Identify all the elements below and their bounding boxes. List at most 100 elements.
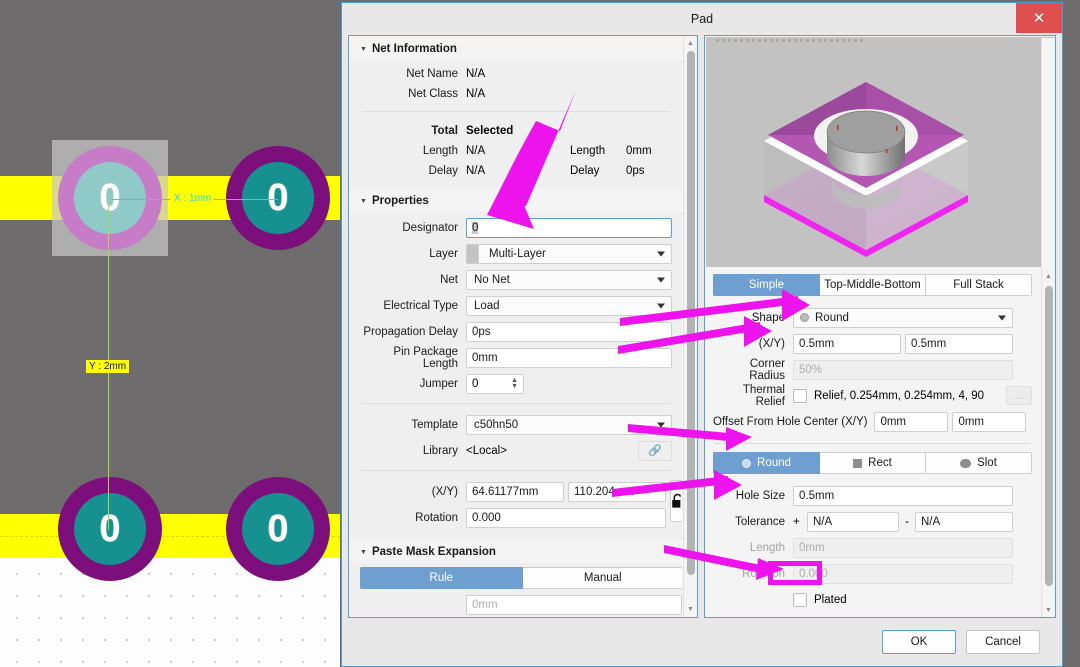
- offset-x-input[interactable]: 0mm: [874, 411, 949, 432]
- measure-x-line-left: [110, 199, 170, 200]
- pad-size-y-input[interactable]: 0.5mm: [905, 333, 1013, 354]
- propagation-delay-input[interactable]: 0ps: [466, 321, 672, 342]
- pad-size-label: (X/Y): [758, 337, 785, 350]
- electrical-type-select[interactable]: Load: [466, 295, 672, 316]
- tab-simple[interactable]: Simple: [713, 274, 820, 296]
- selected-delay-label: Delay: [570, 164, 600, 177]
- paste-mask-manual-tab[interactable]: Manual: [522, 567, 682, 589]
- template-select[interactable]: c50hn50: [466, 414, 672, 435]
- thermal-relief-label: Thermal Relief: [742, 383, 785, 408]
- corner-radius-label: Corner Radius: [749, 357, 785, 382]
- net-select[interactable]: No Net: [466, 269, 672, 290]
- rotation-label: Rotation: [415, 511, 458, 524]
- tolerance-label: Tolerance: [735, 515, 785, 528]
- hole-tab-rect[interactable]: Rect: [820, 452, 926, 474]
- pad-designator-label: 0: [99, 507, 121, 550]
- jumper-label: Jumper: [419, 377, 458, 390]
- paste-mask-mode-tabs[interactable]: Rule Manual: [360, 567, 682, 589]
- pad-3d-preview[interactable]: [706, 37, 1054, 267]
- jumper-stepper[interactable]: 0 ▲ ▼: [466, 373, 524, 394]
- total-header: Total: [431, 124, 458, 137]
- layer-select[interactable]: Multi-Layer: [466, 243, 672, 264]
- tab-full-stack[interactable]: Full Stack: [926, 274, 1032, 296]
- shape-label: Shape: [751, 311, 785, 324]
- paste-mask-value-input[interactable]: 0mm: [466, 595, 682, 615]
- rotation-input[interactable]: 0.000: [466, 507, 666, 528]
- padstack-mode-tabs[interactable]: Simple Top-Middle-Bottom Full Stack: [713, 274, 1032, 296]
- pad-bottom-left[interactable]: 0: [58, 477, 162, 581]
- properties-divider-1: [362, 403, 670, 404]
- dialog-body: ▼ Net Information Net Name N/A Net Class…: [342, 35, 1062, 618]
- pin-package-length-input[interactable]: 0mm: [466, 347, 672, 368]
- scroll-up-icon[interactable]: ▲: [1042, 270, 1055, 283]
- tolerance-plus-input[interactable]: N/A: [807, 511, 899, 532]
- thermal-relief-checkbox[interactable]: [793, 388, 807, 403]
- hole-rotation-input[interactable]: 0.000: [793, 563, 1013, 584]
- propagation-delay-label: Propagation Delay: [363, 325, 458, 338]
- chevron-down-icon: [998, 315, 1006, 320]
- dialog-title: Pad: [690, 12, 714, 26]
- hole-shape-tabs[interactable]: Round Rect Slot: [713, 452, 1032, 474]
- ok-button[interactable]: OK: [882, 630, 956, 654]
- left-scrollbar-thumb[interactable]: [687, 51, 695, 575]
- paste-mask-rule-tab[interactable]: Rule: [360, 567, 523, 589]
- designator-input[interactable]: 0: [466, 217, 672, 238]
- hole-tab-slot[interactable]: Slot: [926, 452, 1032, 474]
- scroll-down-icon[interactable]: ▼: [684, 603, 697, 616]
- layer-value: Multi-Layer: [489, 247, 546, 260]
- dialog-titlebar[interactable]: Pad ✕: [342, 3, 1062, 35]
- offset-from-hole-center-label: Offset From Hole Center (X/Y): [713, 415, 868, 428]
- pin-package-length-label: Pin Package Length: [393, 345, 458, 370]
- hole-tab-rect-label: Rect: [868, 457, 892, 469]
- left-panel-scrollbar[interactable]: ▲ ▼: [683, 37, 696, 616]
- net-info-divider: [362, 111, 670, 112]
- right-panel-scrollbar[interactable]: ▲ ▼: [1041, 38, 1054, 617]
- net-information-body: Net Name N/A Net Class N/A Total Selecte…: [350, 60, 682, 189]
- stepper-arrows-icon[interactable]: ▲ ▼: [511, 376, 518, 392]
- pad-designator-label: 0: [267, 176, 289, 219]
- location-x-input[interactable]: 64.61177mm: [466, 481, 564, 502]
- chevron-down-icon: [657, 422, 665, 427]
- collapse-triangle-icon: ▼: [360, 197, 367, 205]
- shape-select[interactable]: Round: [793, 307, 1013, 328]
- pad-top-right[interactable]: 0: [226, 146, 330, 250]
- hole-rotation-label: Rotation: [742, 567, 785, 580]
- thermal-relief-more-button[interactable]: ...: [1006, 386, 1032, 405]
- hole-length-label: Length: [749, 541, 785, 554]
- electrical-type-label: Electrical Type: [383, 299, 458, 312]
- pad-bottom-right[interactable]: 0: [226, 477, 330, 581]
- unlock-icon[interactable]: [670, 480, 682, 522]
- scroll-down-icon[interactable]: ▼: [1042, 604, 1055, 617]
- pad-top-left[interactable]: 0: [58, 146, 162, 250]
- plated-checkbox[interactable]: [793, 592, 807, 607]
- total-length-value: N/A: [466, 144, 486, 157]
- layer-color-swatch: [467, 244, 479, 263]
- tab-top-middle-bottom[interactable]: Top-Middle-Bottom: [820, 274, 926, 296]
- scroll-up-icon[interactable]: ▲: [684, 37, 697, 50]
- pad-size-x-input[interactable]: 0.5mm: [793, 333, 901, 354]
- group-header-net-information[interactable]: ▼ Net Information: [350, 37, 682, 60]
- paste-mask-expansion-body: Rule Manual 0mm: [350, 563, 682, 616]
- close-icon[interactable]: ✕: [1016, 3, 1062, 33]
- group-title: Paste Mask Expansion: [371, 546, 496, 558]
- location-y-input[interactable]: 110.204mm: [568, 481, 666, 502]
- group-header-properties[interactable]: ▼ Properties: [350, 189, 682, 212]
- hole-tab-round[interactable]: Round: [713, 452, 820, 474]
- thermal-relief-value: Relief, 0.254mm, 0.254mm, 4, 90: [814, 389, 985, 402]
- library-label: Library: [422, 444, 458, 457]
- group-header-paste-mask-expansion[interactable]: ▼ Paste Mask Expansion: [350, 540, 682, 563]
- total-delay-value: N/A: [466, 164, 486, 177]
- cancel-button[interactable]: Cancel: [966, 630, 1040, 654]
- tolerance-minus-input[interactable]: N/A: [915, 511, 1013, 532]
- hole-size-input[interactable]: 0.5mm: [793, 485, 1013, 506]
- total-delay-label: Delay: [428, 164, 458, 177]
- net-label: Net: [440, 273, 458, 286]
- corner-radius-input[interactable]: 50%: [793, 359, 1013, 380]
- hole-length-input[interactable]: 0mm: [793, 537, 1013, 558]
- properties-divider-2: [362, 470, 670, 471]
- right-scrollbar-thumb[interactable]: [1045, 286, 1053, 586]
- layer-label: Layer: [429, 247, 458, 260]
- link-icon[interactable]: 🔗: [638, 440, 672, 461]
- offset-y-input[interactable]: 0mm: [952, 411, 1027, 432]
- selected-length-label: Length: [570, 144, 606, 157]
